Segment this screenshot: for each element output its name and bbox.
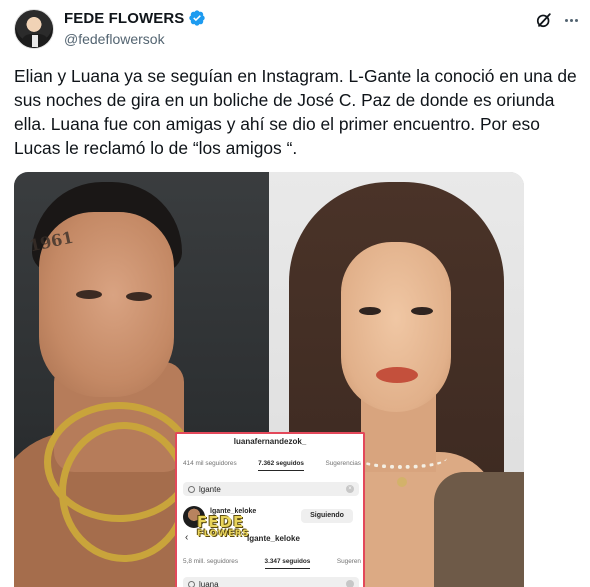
woman-lips xyxy=(376,367,418,383)
fede-flowers-watermark: FEDE FLOWERS xyxy=(197,513,250,540)
woman-eye-right xyxy=(411,307,433,315)
ig-following-button: Siguiendo xyxy=(301,509,353,523)
author-display-name[interactable]: FEDE FLOWERS xyxy=(64,10,184,27)
ig-search-query: lgante xyxy=(199,484,221,494)
ig-search-top: lgante × xyxy=(183,482,359,496)
grok-icon[interactable] xyxy=(534,10,554,30)
ig-tab-following-2: 3.347 seguidos xyxy=(264,558,311,569)
ig-search-query-2: luana xyxy=(199,579,219,587)
author-handle[interactable]: @fedeflowersok xyxy=(64,31,165,47)
man-eye-left xyxy=(76,290,102,299)
more-dot xyxy=(569,18,573,22)
ig-tab-following: 7.362 seguidos xyxy=(258,460,304,471)
ig-tabs-top: 414 mil seguidores 7.362 seguidos Sugere… xyxy=(183,460,361,471)
watermark-line-2: FLOWERS xyxy=(197,529,250,539)
verified-badge-icon xyxy=(189,10,206,26)
avatar-shirt xyxy=(32,35,38,47)
author-avatar[interactable] xyxy=(14,9,54,49)
gold-chain xyxy=(59,422,189,562)
more-dot xyxy=(564,18,568,22)
ig-search-bottom: luana xyxy=(183,577,359,587)
man-eye-right xyxy=(126,292,152,301)
search-icon xyxy=(188,485,195,493)
clear-icon: × xyxy=(346,485,354,493)
woman-top xyxy=(434,472,524,587)
pearl-necklace xyxy=(357,447,447,469)
ig-tab-followers-2: 5,8 mill. seguidores xyxy=(183,558,239,565)
watermark-line-1: FEDE xyxy=(197,513,245,531)
author-name-row: FEDE FLOWERS xyxy=(64,9,206,27)
clear-icon xyxy=(346,580,354,587)
ig-tab-suggestions: Sugerencias xyxy=(325,460,361,467)
woman-eye-left xyxy=(359,307,381,315)
back-arrow-icon: ‹ xyxy=(185,532,189,543)
tweet: FEDE FLOWERS @fedeflowersok Elian y Luan… xyxy=(0,0,590,587)
ig-tab-followers: 414 mil seguidores xyxy=(183,460,237,467)
tweet-text: Elian y Luana ya se seguían en Instagram… xyxy=(14,66,577,158)
instagram-screenshot-overlay: luanafernandezok_ 414 mil seguidores 7.3… xyxy=(175,432,365,587)
ig-second-profile-name: lgante_keloke xyxy=(247,534,300,543)
ig-tabs-bottom: 5,8 mill. seguidores 3.347 seguidos Suge… xyxy=(183,558,361,569)
more-icon[interactable] xyxy=(561,10,581,30)
search-icon xyxy=(188,580,195,587)
pendant xyxy=(397,477,407,487)
ig-profile-username: luanafernandezok_ xyxy=(233,437,307,446)
woman-face xyxy=(341,242,451,412)
more-dot xyxy=(574,18,578,22)
ig-tab-suggestions-2: Sugeren xyxy=(336,558,361,565)
